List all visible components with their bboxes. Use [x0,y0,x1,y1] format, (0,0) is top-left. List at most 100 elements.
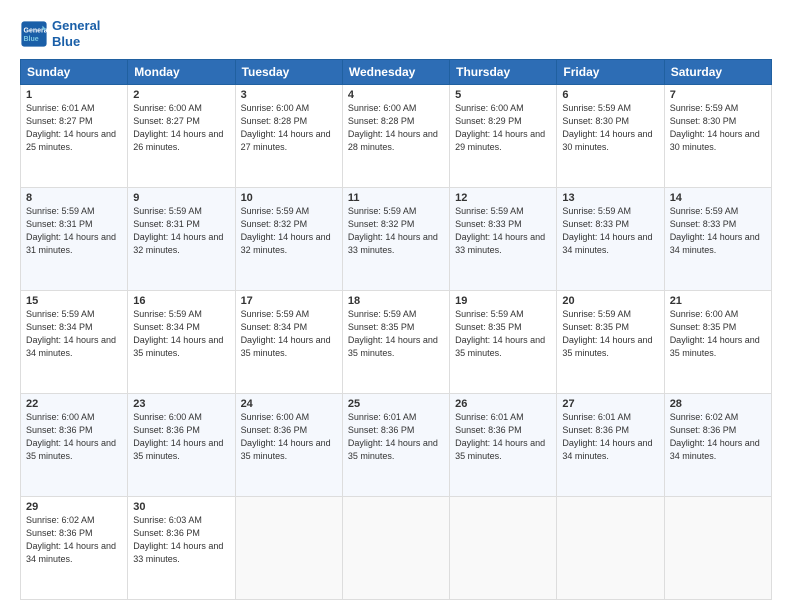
day-number: 1 [26,89,122,101]
day-number: 29 [26,501,122,513]
calendar-cell: 26Sunrise: 6:01 AMSunset: 8:36 PMDayligh… [450,394,557,497]
day-info: Sunrise: 6:01 AMSunset: 8:36 PMDaylight:… [455,411,551,463]
calendar-cell: 13Sunrise: 5:59 AMSunset: 8:33 PMDayligh… [557,188,664,291]
day-info: Sunrise: 6:00 AMSunset: 8:28 PMDaylight:… [348,102,444,154]
calendar-cell: 29Sunrise: 6:02 AMSunset: 8:36 PMDayligh… [21,497,128,600]
day-number: 6 [562,89,658,101]
calendar-header-friday: Friday [557,60,664,85]
calendar-cell: 22Sunrise: 6:00 AMSunset: 8:36 PMDayligh… [21,394,128,497]
day-number: 5 [455,89,551,101]
day-info: Sunrise: 5:59 AMSunset: 8:32 PMDaylight:… [348,205,444,257]
day-number: 11 [348,192,444,204]
day-number: 4 [348,89,444,101]
calendar-cell: 25Sunrise: 6:01 AMSunset: 8:36 PMDayligh… [342,394,449,497]
calendar-cell: 19Sunrise: 5:59 AMSunset: 8:35 PMDayligh… [450,291,557,394]
day-info: Sunrise: 6:00 AMSunset: 8:28 PMDaylight:… [241,102,337,154]
day-info: Sunrise: 5:59 AMSunset: 8:32 PMDaylight:… [241,205,337,257]
day-number: 9 [133,192,229,204]
calendar-header-sunday: Sunday [21,60,128,85]
calendar-cell: 18Sunrise: 5:59 AMSunset: 8:35 PMDayligh… [342,291,449,394]
day-info: Sunrise: 6:00 AMSunset: 8:29 PMDaylight:… [455,102,551,154]
logo-text: General [52,18,100,34]
day-number: 12 [455,192,551,204]
day-info: Sunrise: 5:59 AMSunset: 8:34 PMDaylight:… [133,308,229,360]
calendar-cell [235,497,342,600]
calendar-cell: 24Sunrise: 6:00 AMSunset: 8:36 PMDayligh… [235,394,342,497]
day-number: 25 [348,398,444,410]
day-number: 22 [26,398,122,410]
calendar-cell [557,497,664,600]
calendar-cell: 14Sunrise: 5:59 AMSunset: 8:33 PMDayligh… [664,188,771,291]
calendar-cell [664,497,771,600]
day-number: 10 [241,192,337,204]
day-number: 16 [133,295,229,307]
calendar-cell: 20Sunrise: 5:59 AMSunset: 8:35 PMDayligh… [557,291,664,394]
day-number: 20 [562,295,658,307]
calendar-cell: 4Sunrise: 6:00 AMSunset: 8:28 PMDaylight… [342,85,449,188]
calendar-header-tuesday: Tuesday [235,60,342,85]
day-number: 19 [455,295,551,307]
calendar-cell: 28Sunrise: 6:02 AMSunset: 8:36 PMDayligh… [664,394,771,497]
calendar-cell: 1Sunrise: 6:01 AMSunset: 8:27 PMDaylight… [21,85,128,188]
day-info: Sunrise: 6:01 AMSunset: 8:27 PMDaylight:… [26,102,122,154]
day-info: Sunrise: 5:59 AMSunset: 8:30 PMDaylight:… [562,102,658,154]
calendar-table: SundayMondayTuesdayWednesdayThursdayFrid… [20,59,772,600]
day-info: Sunrise: 5:59 AMSunset: 8:34 PMDaylight:… [26,308,122,360]
day-info: Sunrise: 6:00 AMSunset: 8:36 PMDaylight:… [241,411,337,463]
day-number: 24 [241,398,337,410]
calendar-cell: 6Sunrise: 5:59 AMSunset: 8:30 PMDaylight… [557,85,664,188]
day-info: Sunrise: 5:59 AMSunset: 8:30 PMDaylight:… [670,102,766,154]
day-info: Sunrise: 5:59 AMSunset: 8:35 PMDaylight:… [348,308,444,360]
day-info: Sunrise: 5:59 AMSunset: 8:35 PMDaylight:… [455,308,551,360]
calendar-cell: 5Sunrise: 6:00 AMSunset: 8:29 PMDaylight… [450,85,557,188]
day-info: Sunrise: 5:59 AMSunset: 8:33 PMDaylight:… [562,205,658,257]
calendar-cell: 30Sunrise: 6:03 AMSunset: 8:36 PMDayligh… [128,497,235,600]
logo-icon: General Blue [20,20,48,48]
calendar-cell: 27Sunrise: 6:01 AMSunset: 8:36 PMDayligh… [557,394,664,497]
svg-text:Blue: Blue [24,36,39,43]
day-info: Sunrise: 6:01 AMSunset: 8:36 PMDaylight:… [348,411,444,463]
day-info: Sunrise: 5:59 AMSunset: 8:31 PMDaylight:… [133,205,229,257]
day-number: 21 [670,295,766,307]
day-info: Sunrise: 6:02 AMSunset: 8:36 PMDaylight:… [670,411,766,463]
day-number: 17 [241,295,337,307]
day-number: 8 [26,192,122,204]
day-number: 30 [133,501,229,513]
logo-subtext: Blue [52,34,100,50]
day-number: 3 [241,89,337,101]
calendar-cell [450,497,557,600]
calendar-header-row: SundayMondayTuesdayWednesdayThursdayFrid… [21,60,772,85]
day-info: Sunrise: 5:59 AMSunset: 8:33 PMDaylight:… [455,205,551,257]
calendar-cell: 11Sunrise: 5:59 AMSunset: 8:32 PMDayligh… [342,188,449,291]
calendar-cell: 10Sunrise: 5:59 AMSunset: 8:32 PMDayligh… [235,188,342,291]
day-number: 18 [348,295,444,307]
day-info: Sunrise: 6:00 AMSunset: 8:35 PMDaylight:… [670,308,766,360]
day-info: Sunrise: 6:00 AMSunset: 8:36 PMDaylight:… [133,411,229,463]
day-info: Sunrise: 5:59 AMSunset: 8:33 PMDaylight:… [670,205,766,257]
day-number: 13 [562,192,658,204]
header: General Blue General Blue [20,18,772,49]
calendar-week-2: 8 Sunrise: 5:59 AMSunset: 8:31 PMDaylight… [21,188,772,291]
day-info: Sunrise: 6:00 AMSunset: 8:27 PMDaylight:… [133,102,229,154]
calendar-cell: 17Sunrise: 5:59 AMSunset: 8:34 PMDayligh… [235,291,342,394]
calendar-header-wednesday: Wednesday [342,60,449,85]
day-number: 2 [133,89,229,101]
day-info: Sunrise: 6:02 AMSunset: 8:36 PMDaylight:… [26,514,122,566]
calendar-cell: 21Sunrise: 6:00 AMSunset: 8:35 PMDayligh… [664,291,771,394]
day-number: 15 [26,295,122,307]
day-info: Sunrise: 6:01 AMSunset: 8:36 PMDaylight:… [562,411,658,463]
day-number: 23 [133,398,229,410]
calendar-week-4: 22Sunrise: 6:00 AMSunset: 8:36 PMDayligh… [21,394,772,497]
page: General Blue General Blue SundayMondayTu… [0,0,792,612]
day-info: Sunrise: 6:03 AMSunset: 8:36 PMDaylight:… [133,514,229,566]
day-number: 7 [670,89,766,101]
calendar-cell: 3Sunrise: 6:00 AMSunset: 8:28 PMDaylight… [235,85,342,188]
day-info: Sunrise: 6:00 AMSunset: 8:36 PMDaylight:… [26,411,122,463]
calendar-cell: 15Sunrise: 5:59 AMSunset: 8:34 PMDayligh… [21,291,128,394]
calendar-cell: 2Sunrise: 6:00 AMSunset: 8:27 PMDaylight… [128,85,235,188]
day-info: Sunrise: 5:59 AMSunset: 8:35 PMDaylight:… [562,308,658,360]
calendar-cell: 23Sunrise: 6:00 AMSunset: 8:36 PMDayligh… [128,394,235,497]
day-number: 14 [670,192,766,204]
calendar-cell: 8Sunrise: 5:59 AMSunset: 8:31 PMDaylight… [21,188,128,291]
logo: General Blue General Blue [20,18,100,49]
